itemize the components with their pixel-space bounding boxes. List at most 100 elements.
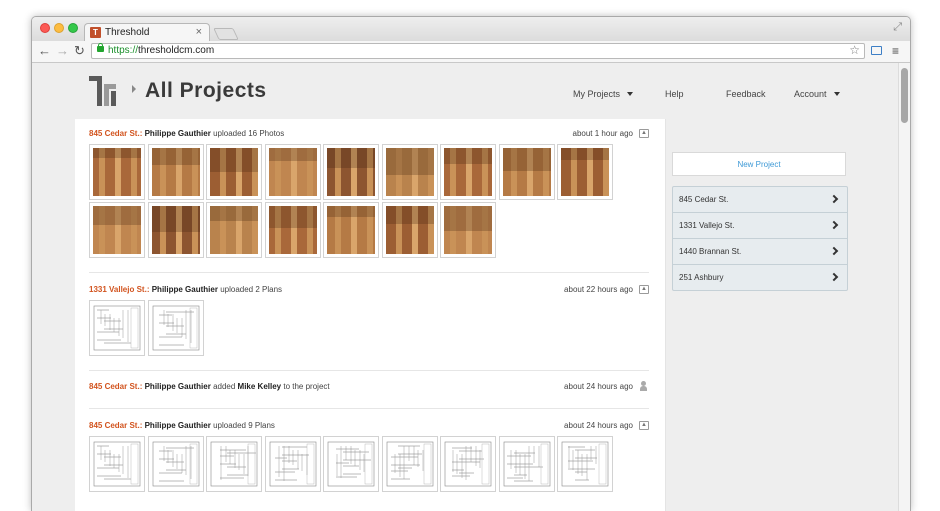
nav-my-projects[interactable]: My Projects (573, 89, 634, 99)
nav-account[interactable]: Account (794, 89, 840, 99)
plan-thumbnail[interactable] (557, 436, 613, 492)
user-name[interactable]: Philippe Gauthier (145, 421, 211, 430)
plan-thumbnail[interactable] (440, 436, 496, 492)
upload-icon: ▲ (639, 285, 649, 294)
page-title: All Projects (145, 79, 267, 102)
chevron-right-icon (829, 220, 839, 230)
photo-thumbnail[interactable] (440, 144, 496, 200)
feed-entry: 1331 Vallejo St.: Philippe Gauthier uplo… (89, 285, 649, 371)
photo-thumbnail[interactable] (147, 202, 204, 258)
threshold-logo-icon (89, 76, 116, 106)
threshold-favicon-icon: T (90, 27, 101, 38)
upload-icon: ▲ (639, 421, 649, 430)
project-list-item[interactable]: 1440 Brannan St. (673, 239, 847, 265)
scrollbar-thumb[interactable] (901, 68, 908, 123)
upload-icon: ▲ (639, 129, 649, 138)
cast-icon[interactable] (871, 46, 882, 55)
browser-tab[interactable]: T Threshold × (84, 23, 210, 42)
chevron-down-icon (627, 92, 634, 96)
photo-thumbnail[interactable] (440, 202, 496, 258)
forward-button[interactable]: → (56, 43, 69, 59)
nav-help[interactable]: Help (665, 89, 684, 99)
entry-header: 845 Cedar St.: Philippe Gauthier uploade… (89, 129, 649, 141)
project-list-item[interactable]: 251 Ashbury (673, 265, 847, 290)
bookmark-star-icon[interactable]: ☆ (849, 43, 860, 57)
feed-entry: 845 Cedar St.: Philippe Gauthier uploade… (89, 129, 649, 273)
photo-thumbnail[interactable] (264, 202, 321, 258)
feed-entry: 845 Cedar St.: Philippe Gauthier added M… (89, 381, 649, 409)
plan-thumbnail[interactable] (206, 436, 262, 492)
user-name[interactable]: Philippe Gauthier (152, 285, 218, 294)
menu-icon[interactable]: ≡ (892, 44, 899, 58)
photo-thumbnail[interactable] (557, 144, 613, 200)
photo-thumbnail[interactable] (147, 144, 204, 200)
photo-thumbnail[interactable] (323, 144, 379, 200)
entry-header: 845 Cedar St.: Philippe Gauthier added M… (89, 381, 649, 394)
address-bar[interactable]: https://thresholdcm.com ☆ (91, 43, 865, 59)
plan-thumbnail[interactable] (89, 300, 145, 356)
plan-thumbnail[interactable] (381, 436, 438, 492)
photo-thumbnail[interactable] (323, 202, 379, 258)
url-text: https://thresholdcm.com (108, 45, 215, 56)
project-list: 845 Cedar St. 1331 Vallejo St. 1440 Bran… (672, 186, 848, 291)
photo-thumbnail[interactable] (206, 144, 262, 200)
minimize-window-button[interactable] (54, 23, 64, 33)
project-list-item[interactable]: 845 Cedar St. (673, 187, 847, 213)
title-bar: T Threshold × ⤢ (32, 17, 910, 42)
breadcrumb-arrow-icon (132, 85, 136, 93)
fullscreen-icon[interactable]: ⤢ (893, 21, 902, 34)
project-link[interactable]: 1331 Vallejo St.: (89, 285, 149, 294)
user-name[interactable]: Philippe Gauthier (145, 129, 211, 138)
projects-sidebar: New Project 845 Cedar St. 1331 Vallejo S… (666, 119, 851, 511)
new-project-button[interactable]: New Project (672, 152, 846, 176)
page-scrollbar[interactable] (898, 63, 910, 511)
tab-title: Threshold (105, 27, 150, 38)
browser-toolbar: ← → ↻ https://thresholdcm.com ☆ ≡ (32, 41, 910, 63)
entry-header: 1331 Vallejo St.: Philippe Gauthier uplo… (89, 285, 649, 297)
entry-action: added (213, 382, 236, 391)
feed-entry: 845 Cedar St.: Philippe Gauthier uploade… (89, 421, 649, 511)
entry-timestamp: about 1 hour ago (572, 129, 634, 138)
plan-thumbnail[interactable] (147, 436, 204, 492)
entry-action: uploaded 16 Photos (213, 129, 285, 138)
entry-action: uploaded 9 Plans (213, 421, 275, 430)
photo-thumbnail[interactable] (381, 202, 438, 258)
chevron-right-icon (829, 246, 839, 256)
entry-action: uploaded 2 Plans (220, 285, 283, 294)
close-window-button[interactable] (40, 23, 50, 33)
reload-button[interactable]: ↻ (74, 43, 85, 59)
activity-feed: 845 Cedar St.: Philippe Gauthier uploade… (75, 119, 666, 511)
entry-timestamp: about 24 hours ago (564, 421, 633, 430)
entry-action-suffix: to the project (283, 382, 330, 391)
maximize-window-button[interactable] (68, 23, 78, 33)
plan-thumbnail[interactable] (323, 436, 379, 492)
photo-thumbnail[interactable] (89, 144, 145, 200)
browser-window: T Threshold × ⤢ ← → ↻ https://thresholdc… (31, 16, 911, 511)
nav-feedback[interactable]: Feedback (726, 89, 766, 99)
photo-thumbnail[interactable] (264, 144, 321, 200)
project-link[interactable]: 845 Cedar St.: (89, 382, 142, 391)
plan-thumbnail[interactable] (498, 436, 555, 492)
chevron-down-icon (833, 92, 840, 96)
chevron-right-icon (829, 194, 839, 204)
plan-thumbnail[interactable] (89, 436, 145, 492)
page-content: All Projects My Projects Help Feedback A… (32, 63, 898, 511)
plan-thumbnail[interactable] (147, 300, 204, 356)
back-button[interactable]: ← (38, 43, 51, 59)
photo-thumbnail[interactable] (498, 144, 555, 200)
photo-thumbnail[interactable] (89, 202, 145, 258)
person-icon (640, 381, 647, 391)
entry-timestamp: about 22 hours ago (564, 285, 633, 294)
project-list-item[interactable]: 1331 Vallejo St. (673, 213, 847, 239)
tab-close-icon[interactable]: × (196, 26, 202, 38)
chevron-right-icon (829, 272, 839, 282)
photo-thumbnail[interactable] (206, 202, 262, 258)
project-link[interactable]: 845 Cedar St.: (89, 129, 142, 138)
added-member-name[interactable]: Mike Kelley (238, 382, 282, 391)
project-link[interactable]: 845 Cedar St.: (89, 421, 142, 430)
plan-thumbnail[interactable] (264, 436, 321, 492)
photo-thumbnail[interactable] (381, 144, 438, 200)
entry-timestamp: about 24 hours ago (564, 382, 633, 391)
user-name[interactable]: Philippe Gauthier (145, 382, 211, 391)
new-tab-button[interactable] (213, 28, 239, 40)
